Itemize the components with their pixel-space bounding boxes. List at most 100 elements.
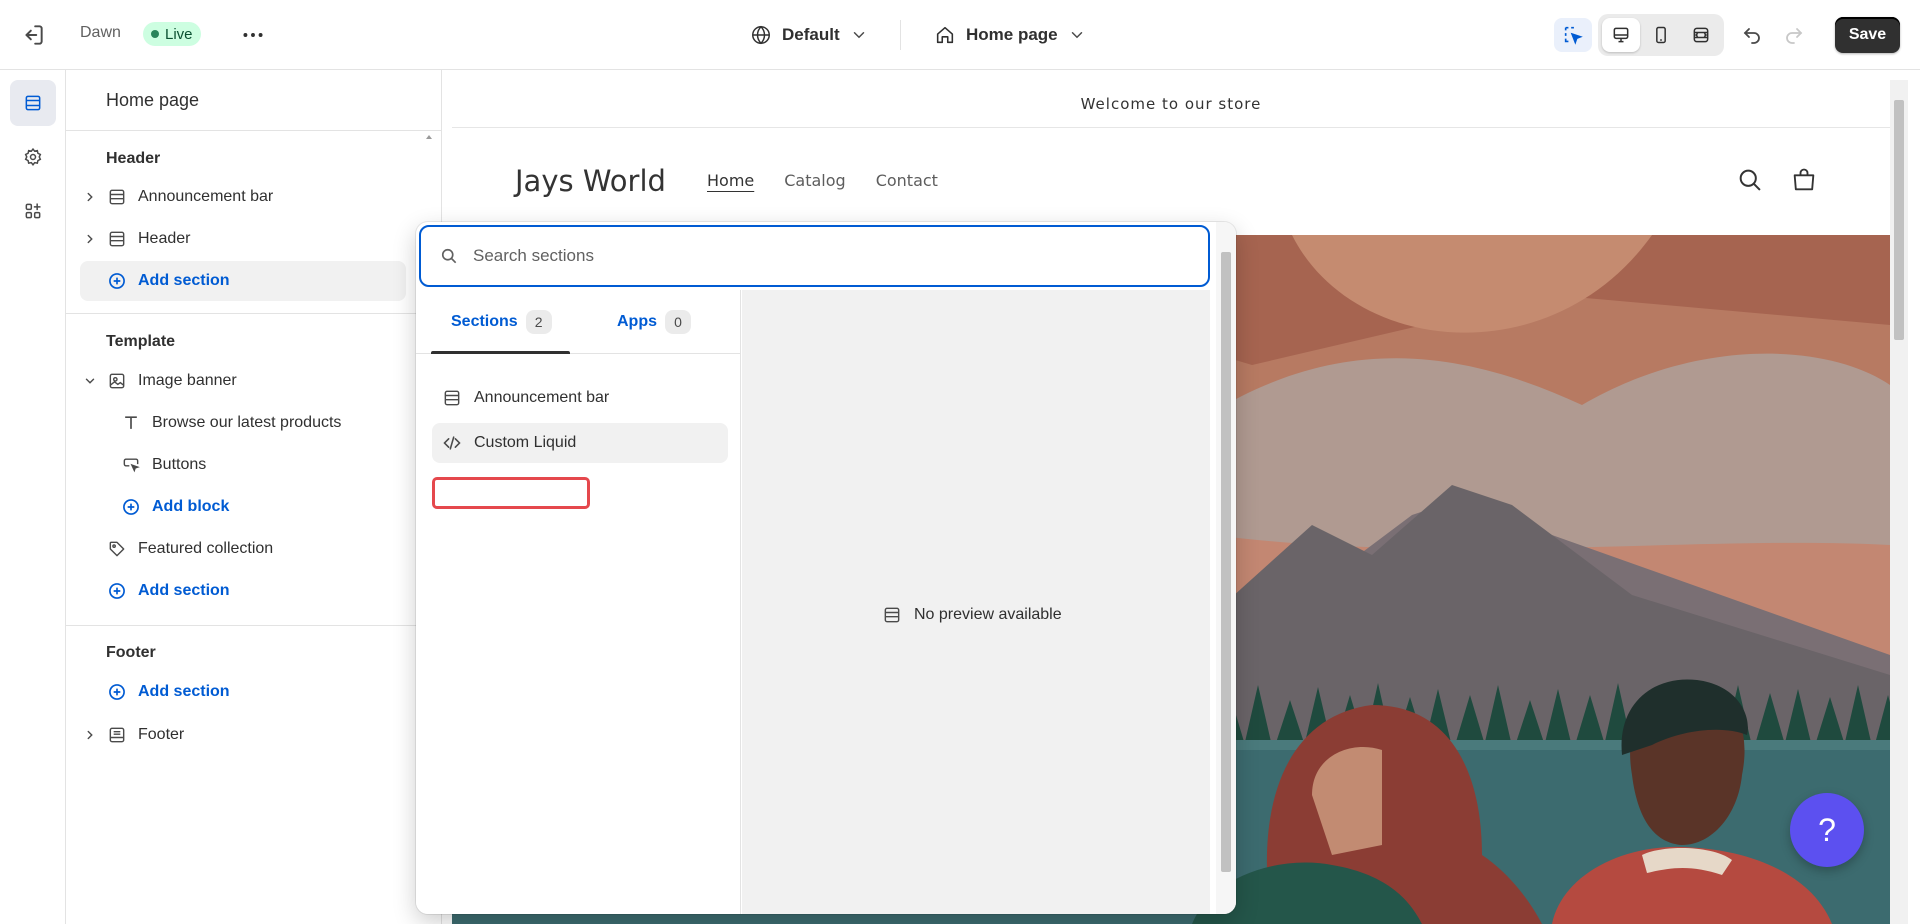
chevron-right-icon[interactable] — [80, 725, 100, 745]
tab-apps[interactable]: Apps 0 — [617, 290, 691, 354]
chevron-right-icon[interactable] — [80, 187, 100, 207]
top-bar: Dawn Live Default Home page Save — [0, 0, 1920, 70]
count-badge: 0 — [665, 310, 691, 334]
gear-icon — [23, 147, 43, 167]
nav-link-catalog[interactable]: Catalog — [784, 171, 845, 190]
section-label: Footer — [138, 726, 185, 743]
section-label: Featured collection — [138, 540, 274, 557]
icon-rail — [0, 70, 66, 924]
group-heading-template: Template — [106, 333, 176, 350]
page-selector[interactable]: Home page — [934, 20, 1086, 50]
nav-link-contact[interactable]: Contact — [876, 171, 938, 190]
redo-icon[interactable] — [1782, 22, 1808, 48]
sections-sidebar: Home page Header Announcement bar Header… — [66, 70, 442, 924]
theme-name: Dawn — [80, 24, 121, 41]
group-heading-footer: Footer — [106, 644, 156, 661]
store-nav: Home Catalog Contact — [707, 171, 938, 190]
plus-circle-icon — [106, 681, 128, 703]
section-layout-icon — [106, 228, 128, 250]
section-image-banner[interactable]: Image banner — [80, 361, 406, 401]
locale-selector[interactable]: Default — [750, 20, 868, 50]
chevron-down-icon — [1068, 26, 1086, 44]
plus-circle-icon — [106, 580, 128, 602]
select-cursor-icon — [1562, 24, 1584, 46]
expand-icon — [1691, 25, 1711, 45]
more-actions-icon[interactable] — [240, 22, 266, 48]
scrollbar-thumb[interactable] — [1221, 252, 1231, 872]
add-section-label: Add section — [138, 683, 230, 700]
search-field[interactable] — [419, 225, 1210, 287]
section-option-label: Announcement bar — [474, 389, 610, 406]
save-button[interactable]: Save — [1835, 17, 1900, 53]
nav-link-home[interactable]: Home — [707, 171, 754, 190]
device-switcher — [1598, 14, 1724, 56]
section-featured-collection[interactable]: Featured collection — [80, 529, 406, 569]
cart-icon[interactable] — [1790, 166, 1820, 196]
preview-scrollbar[interactable] — [1890, 80, 1908, 924]
section-label: Image banner — [138, 372, 237, 389]
search-sections-input[interactable] — [473, 246, 1173, 266]
search-icon[interactable] — [1736, 166, 1766, 196]
live-badge-label: Live — [165, 25, 193, 43]
undo-icon[interactable] — [1740, 22, 1766, 48]
tab-label: Apps — [617, 313, 657, 330]
store-announcement-bar[interactable]: Welcome to our store — [452, 80, 1890, 128]
section-option-announcement-bar[interactable]: Announcement bar — [432, 378, 728, 418]
locale-label: Default — [782, 25, 840, 44]
theme-settings-button[interactable] — [10, 134, 56, 180]
image-icon — [106, 370, 128, 392]
store-logo[interactable]: Jays World — [515, 164, 666, 198]
sections-nav-button[interactable] — [10, 80, 56, 126]
section-announcement-bar[interactable]: Announcement bar — [80, 177, 406, 217]
add-section-popover: Sections 2 Apps 0 Announcement bar Custo… — [416, 222, 1236, 914]
chevron-down-icon[interactable] — [80, 371, 100, 391]
scroll-up-arrow[interactable] — [424, 132, 434, 142]
search-icon — [439, 246, 459, 266]
help-button[interactable]: ? — [1790, 793, 1864, 867]
tag-icon — [106, 538, 128, 560]
tab-sections[interactable]: Sections 2 — [431, 290, 570, 354]
section-list-pane: Sections 2 Apps 0 Announcement bar Custo… — [416, 290, 741, 914]
section-label: Header — [138, 230, 191, 247]
popover-scrollbar[interactable] — [1216, 222, 1236, 914]
desktop-icon — [1611, 25, 1631, 45]
add-section-button[interactable]: Add section — [80, 571, 406, 611]
desktop-view-button[interactable] — [1602, 18, 1640, 52]
section-footer[interactable]: Footer — [80, 715, 406, 755]
live-badge: Live — [143, 22, 201, 46]
tab-label: Sections — [451, 313, 518, 330]
inspector-toggle[interactable] — [1554, 18, 1592, 52]
divider — [66, 313, 442, 314]
block-label: Browse our latest products — [152, 414, 342, 431]
chevron-right-icon[interactable] — [80, 229, 100, 249]
add-section-label: Add section — [138, 582, 230, 599]
apps-nav-button[interactable] — [10, 188, 56, 234]
block-label: Buttons — [152, 456, 207, 473]
section-option-label: Custom Liquid — [474, 434, 577, 451]
block-buttons[interactable]: Buttons — [80, 445, 406, 485]
fullwidth-view-button[interactable] — [1682, 18, 1720, 52]
exit-icon[interactable] — [20, 22, 48, 48]
plus-circle-icon — [106, 270, 128, 292]
add-section-button[interactable]: Add section — [80, 672, 406, 712]
section-layout-icon — [106, 186, 128, 208]
sections-icon — [23, 93, 43, 113]
scrollbar-thumb[interactable] — [1894, 100, 1904, 340]
highlight-outline — [432, 477, 590, 509]
button-cursor-icon — [120, 454, 142, 476]
section-header[interactable]: Header — [80, 219, 406, 259]
section-option-custom-liquid[interactable]: Custom Liquid — [432, 423, 728, 463]
add-block-button[interactable]: Add block — [80, 487, 406, 527]
section-label: Announcement bar — [138, 188, 274, 205]
mobile-view-button[interactable] — [1642, 18, 1680, 52]
section-preview-pane: No preview available — [742, 290, 1210, 914]
add-section-button[interactable]: Add section — [80, 261, 406, 301]
divider — [900, 20, 901, 50]
section-layout-icon — [882, 605, 902, 625]
block-browse-latest[interactable]: Browse our latest products — [80, 403, 406, 443]
no-preview-label: No preview available — [914, 606, 1062, 623]
home-icon — [934, 24, 956, 46]
